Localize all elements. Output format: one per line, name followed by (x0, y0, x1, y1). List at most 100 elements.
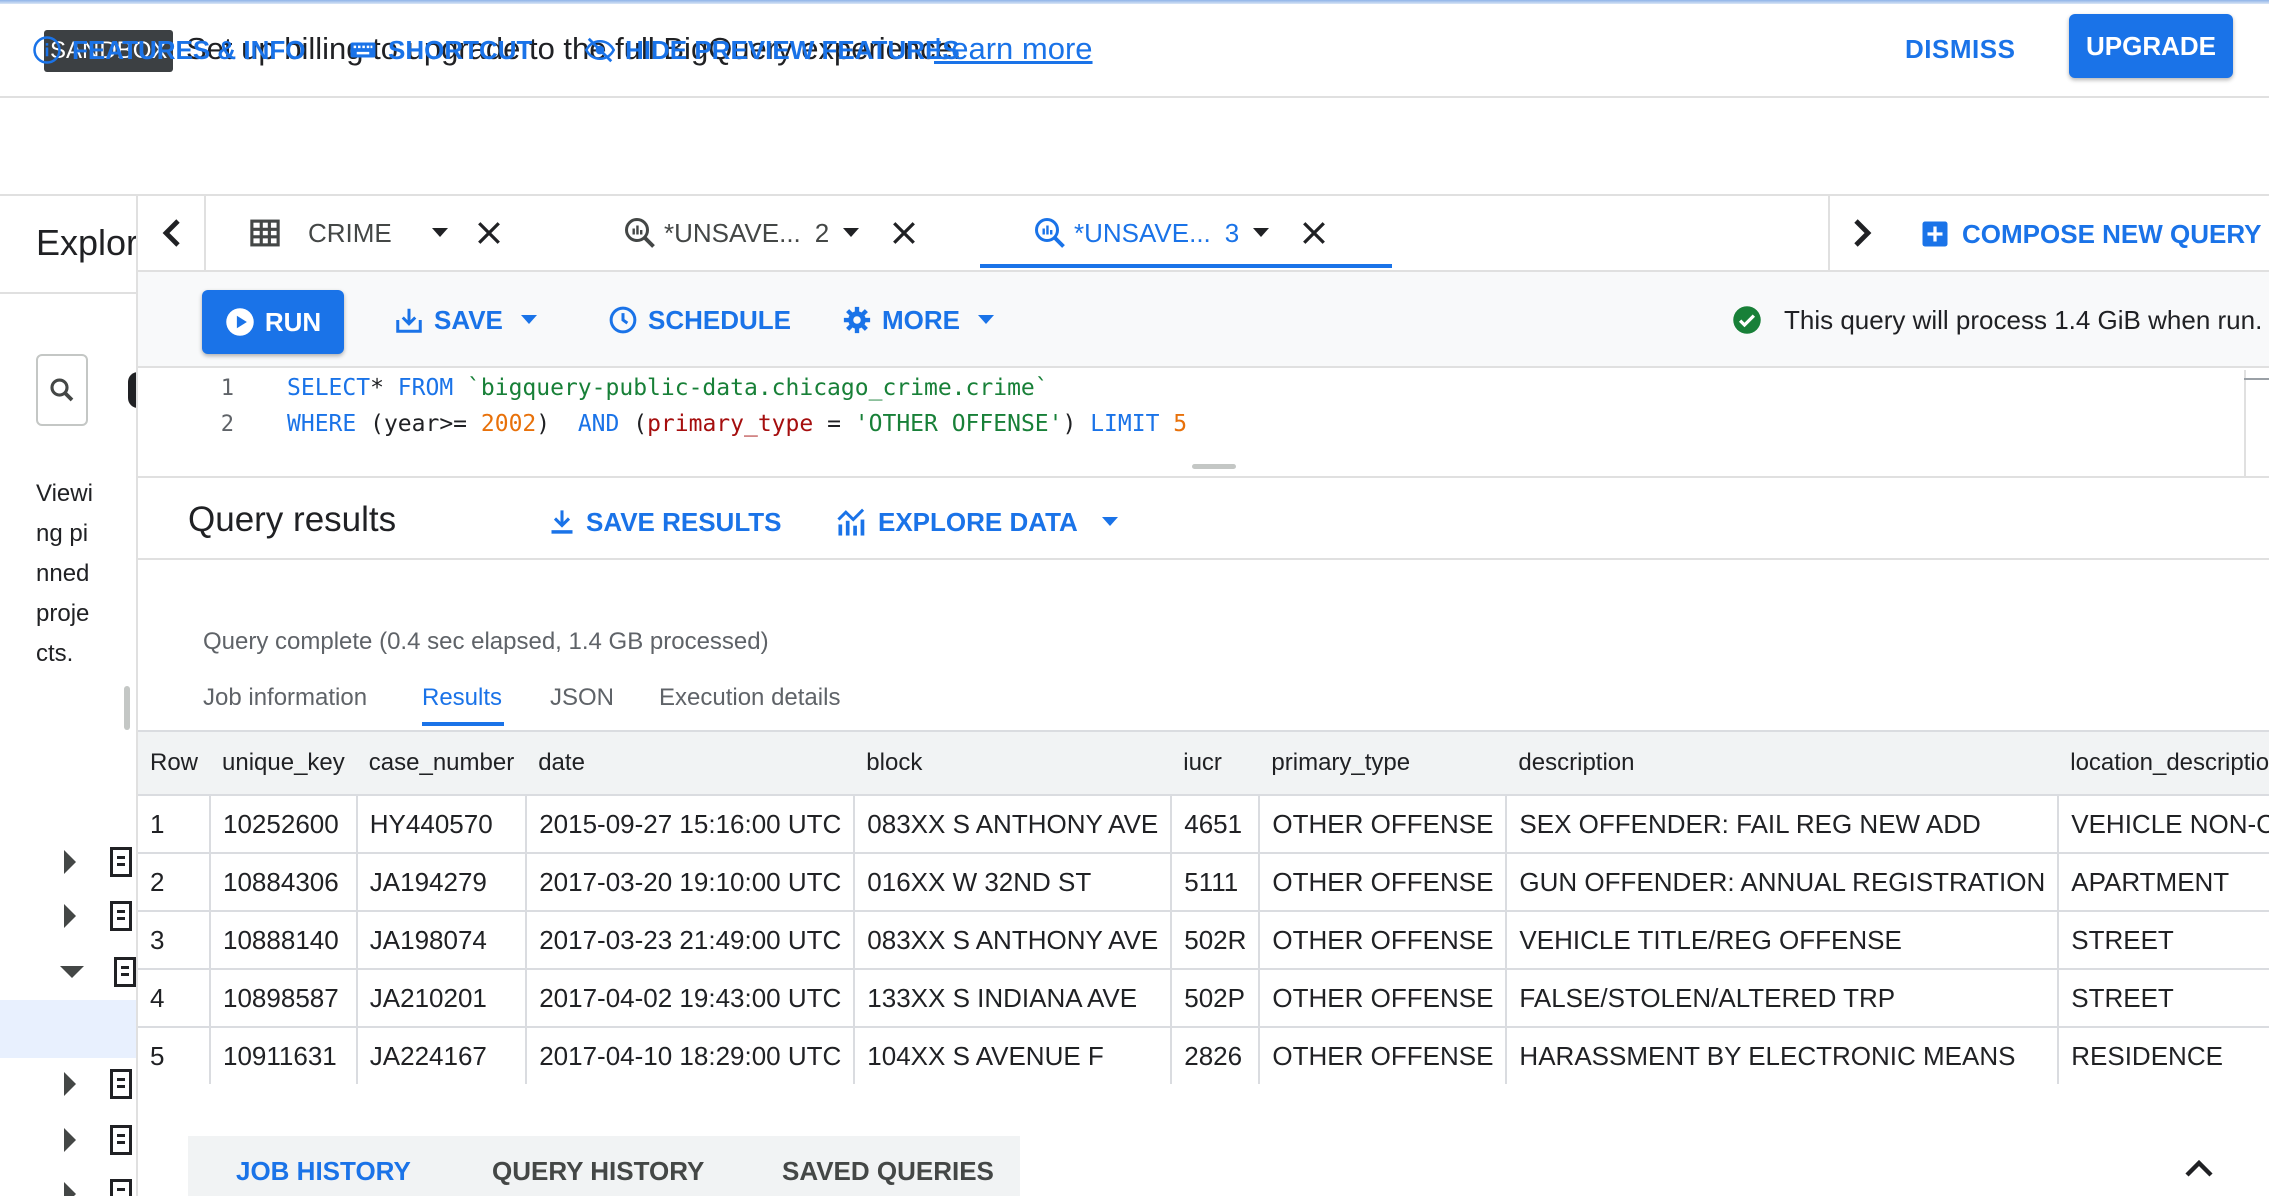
more-button[interactable]: MORE (842, 300, 994, 340)
tab-results[interactable]: Results (422, 682, 502, 722)
tab-crime[interactable]: CRIME (250, 196, 502, 270)
table-cell: OTHER OFFENSE (1259, 853, 1508, 912)
tab-job-information[interactable]: Job information (203, 682, 367, 722)
table-cell: 5 (138, 1027, 212, 1084)
editor-scroll-thumb[interactable] (2244, 378, 2269, 380)
table-row[interactable]: 4 10898587 JA210201 2017-04-02 19:43:00 … (138, 969, 2269, 1028)
table-cell: SEX OFFENDER: FAIL REG NEW ADD (1506, 795, 2060, 854)
close-icon[interactable] (891, 220, 917, 246)
table-cell: 133XX S INDIANA AVE (854, 969, 1173, 1028)
table-cell: 2015-09-27 15:16:00 UTC (526, 795, 856, 854)
info-icon (33, 36, 61, 64)
tab-json[interactable]: JSON (550, 682, 614, 722)
tab-menu-caret-icon[interactable] (843, 228, 860, 238)
column-header[interactable]: date (526, 730, 855, 796)
column-header[interactable]: block (854, 730, 1172, 796)
run-button[interactable]: RUN (202, 290, 344, 354)
tree-node-expanded[interactable] (60, 952, 136, 992)
process-estimate-text: This query will process 1.4 GiB when run… (1784, 304, 2263, 335)
table-cell: 083XX S ANTHONY AVE (854, 795, 1173, 854)
query-results-title: Query results (188, 500, 397, 539)
save-results-button[interactable]: SAVE RESULTS (548, 502, 782, 542)
features-info-button[interactable]: FEATURES & INFO (32, 30, 306, 70)
tree-node[interactable] (60, 1120, 136, 1160)
explore-data-button[interactable]: EXPLORE DATA (836, 502, 1118, 542)
table-cell: OTHER OFFENSE (1259, 795, 1508, 854)
table-cell: 502P (1171, 969, 1261, 1028)
table-row[interactable]: 1 10252600 HY440570 2015-09-27 15:16:00 … (138, 795, 2269, 854)
tab-scroll-right-button[interactable] (1830, 196, 1894, 270)
code-token: primary_type (647, 411, 814, 437)
table-cell: 016XX W 32ND ST (854, 853, 1173, 912)
tree-node[interactable] (60, 842, 136, 882)
caret-down-icon (520, 315, 537, 324)
table-icon (110, 1069, 132, 1099)
eye-off-icon (585, 37, 615, 63)
schedule-button[interactable]: SCHEDULE (608, 300, 791, 340)
table-row[interactable]: 2 10884306 JA194279 2017-03-20 19:10:00 … (138, 853, 2269, 912)
tab-scroll-left-button[interactable] (140, 196, 204, 270)
chevron-left-icon (162, 219, 180, 247)
code-token: (year>= (356, 411, 481, 437)
table-cell: FALSE/STOLEN/ALTERED TRP (1506, 969, 2060, 1028)
chart-icon (837, 508, 865, 536)
play-circle-icon (226, 308, 254, 336)
table-cell: 10252600 (210, 795, 358, 854)
table-cell: JA198074 (356, 911, 528, 970)
download-icon (551, 510, 573, 534)
tree-selected-row[interactable] (0, 1000, 136, 1058)
column-header[interactable]: location_description (2058, 730, 2269, 796)
tab-job-history[interactable]: JOB HISTORY (236, 1156, 411, 1187)
explorer-title: Explorer (36, 222, 138, 263)
table-cell: 2017-04-10 18:29:00 UTC (526, 1027, 856, 1084)
upgrade-button[interactable]: UPGRADE (2069, 14, 2233, 78)
table-cell: 2017-04-02 19:43:00 UTC (526, 969, 856, 1028)
column-header[interactable]: primary_type (1259, 730, 1507, 796)
table-cell: OTHER OFFENSE (1259, 969, 1508, 1028)
tab-execution-details[interactable]: Execution details (659, 682, 840, 722)
column-header[interactable]: unique_key (210, 730, 357, 796)
chevron-right-icon (64, 1072, 76, 1096)
tab-unsaved-3[interactable]: *UNSAVE... 3 (1032, 196, 1327, 270)
dismiss-button[interactable]: DISMISS (1905, 28, 2015, 70)
chevron-down-icon (60, 966, 84, 978)
compose-new-query-button[interactable]: COMPOSE NEW QUERY (1920, 214, 2262, 254)
table-row[interactable]: 3 10888140 JA198074 2017-03-23 21:49:00 … (138, 911, 2269, 970)
save-button[interactable]: SAVE (394, 300, 537, 340)
table-cell: 5111 (1171, 853, 1261, 912)
code-token: `bigquery-public-data.chicago_crime.crim… (453, 375, 1049, 401)
column-header[interactable]: description (1506, 730, 2059, 796)
code-token: ) (1062, 411, 1091, 437)
search-icon (50, 378, 74, 402)
editor-resize-handle[interactable] (1192, 464, 1236, 469)
caret-down-icon (978, 315, 994, 324)
results-header-divider (138, 558, 2269, 560)
tab-menu-caret-icon[interactable] (1253, 228, 1270, 238)
table-row[interactable]: 5 10911631 JA224167 2017-04-10 18:29:00 … (138, 1027, 2269, 1084)
tree-node[interactable] (60, 896, 136, 936)
code-line-2[interactable]: WHERE (year>= 2002) AND (primary_type = … (287, 411, 1187, 437)
tab-unsaved-2-number: 2 (814, 217, 830, 248)
close-icon[interactable] (476, 220, 502, 246)
query-search-icon (1035, 218, 1065, 248)
explorer-search-input[interactable] (36, 354, 88, 426)
tab-query-history[interactable]: QUERY HISTORY (492, 1156, 704, 1187)
column-header[interactable]: case_number (356, 730, 527, 796)
hide-preview-features-button[interactable]: HIDE PREVIEW FEATURES (585, 30, 960, 70)
close-icon[interactable] (1301, 220, 1327, 246)
expand-panel-button[interactable] (2184, 1158, 2214, 1183)
explorer-scrollbar[interactable] (124, 686, 130, 730)
tree-node[interactable] (60, 1174, 136, 1196)
check-circle-icon (1733, 306, 1761, 334)
results-table-container: Row unique_key case_number date block iu… (138, 730, 2269, 1084)
shortcut-button[interactable]: SHORTCUT (348, 30, 532, 70)
tab-saved-queries[interactable]: SAVED QUERIES (782, 1156, 994, 1187)
tree-node[interactable] (60, 1064, 136, 1104)
editor-scrollbar[interactable] (2244, 370, 2269, 478)
table-grid-icon (250, 219, 280, 247)
code-line-1[interactable]: SELECT* FROM `bigquery-public-data.chica… (287, 375, 1049, 401)
tab-unsaved-2[interactable]: *UNSAVE... 2 (622, 196, 917, 270)
column-header[interactable]: Row (138, 730, 211, 796)
column-header[interactable]: iucr (1171, 730, 1260, 796)
tab-menu-caret-icon[interactable] (431, 228, 448, 238)
